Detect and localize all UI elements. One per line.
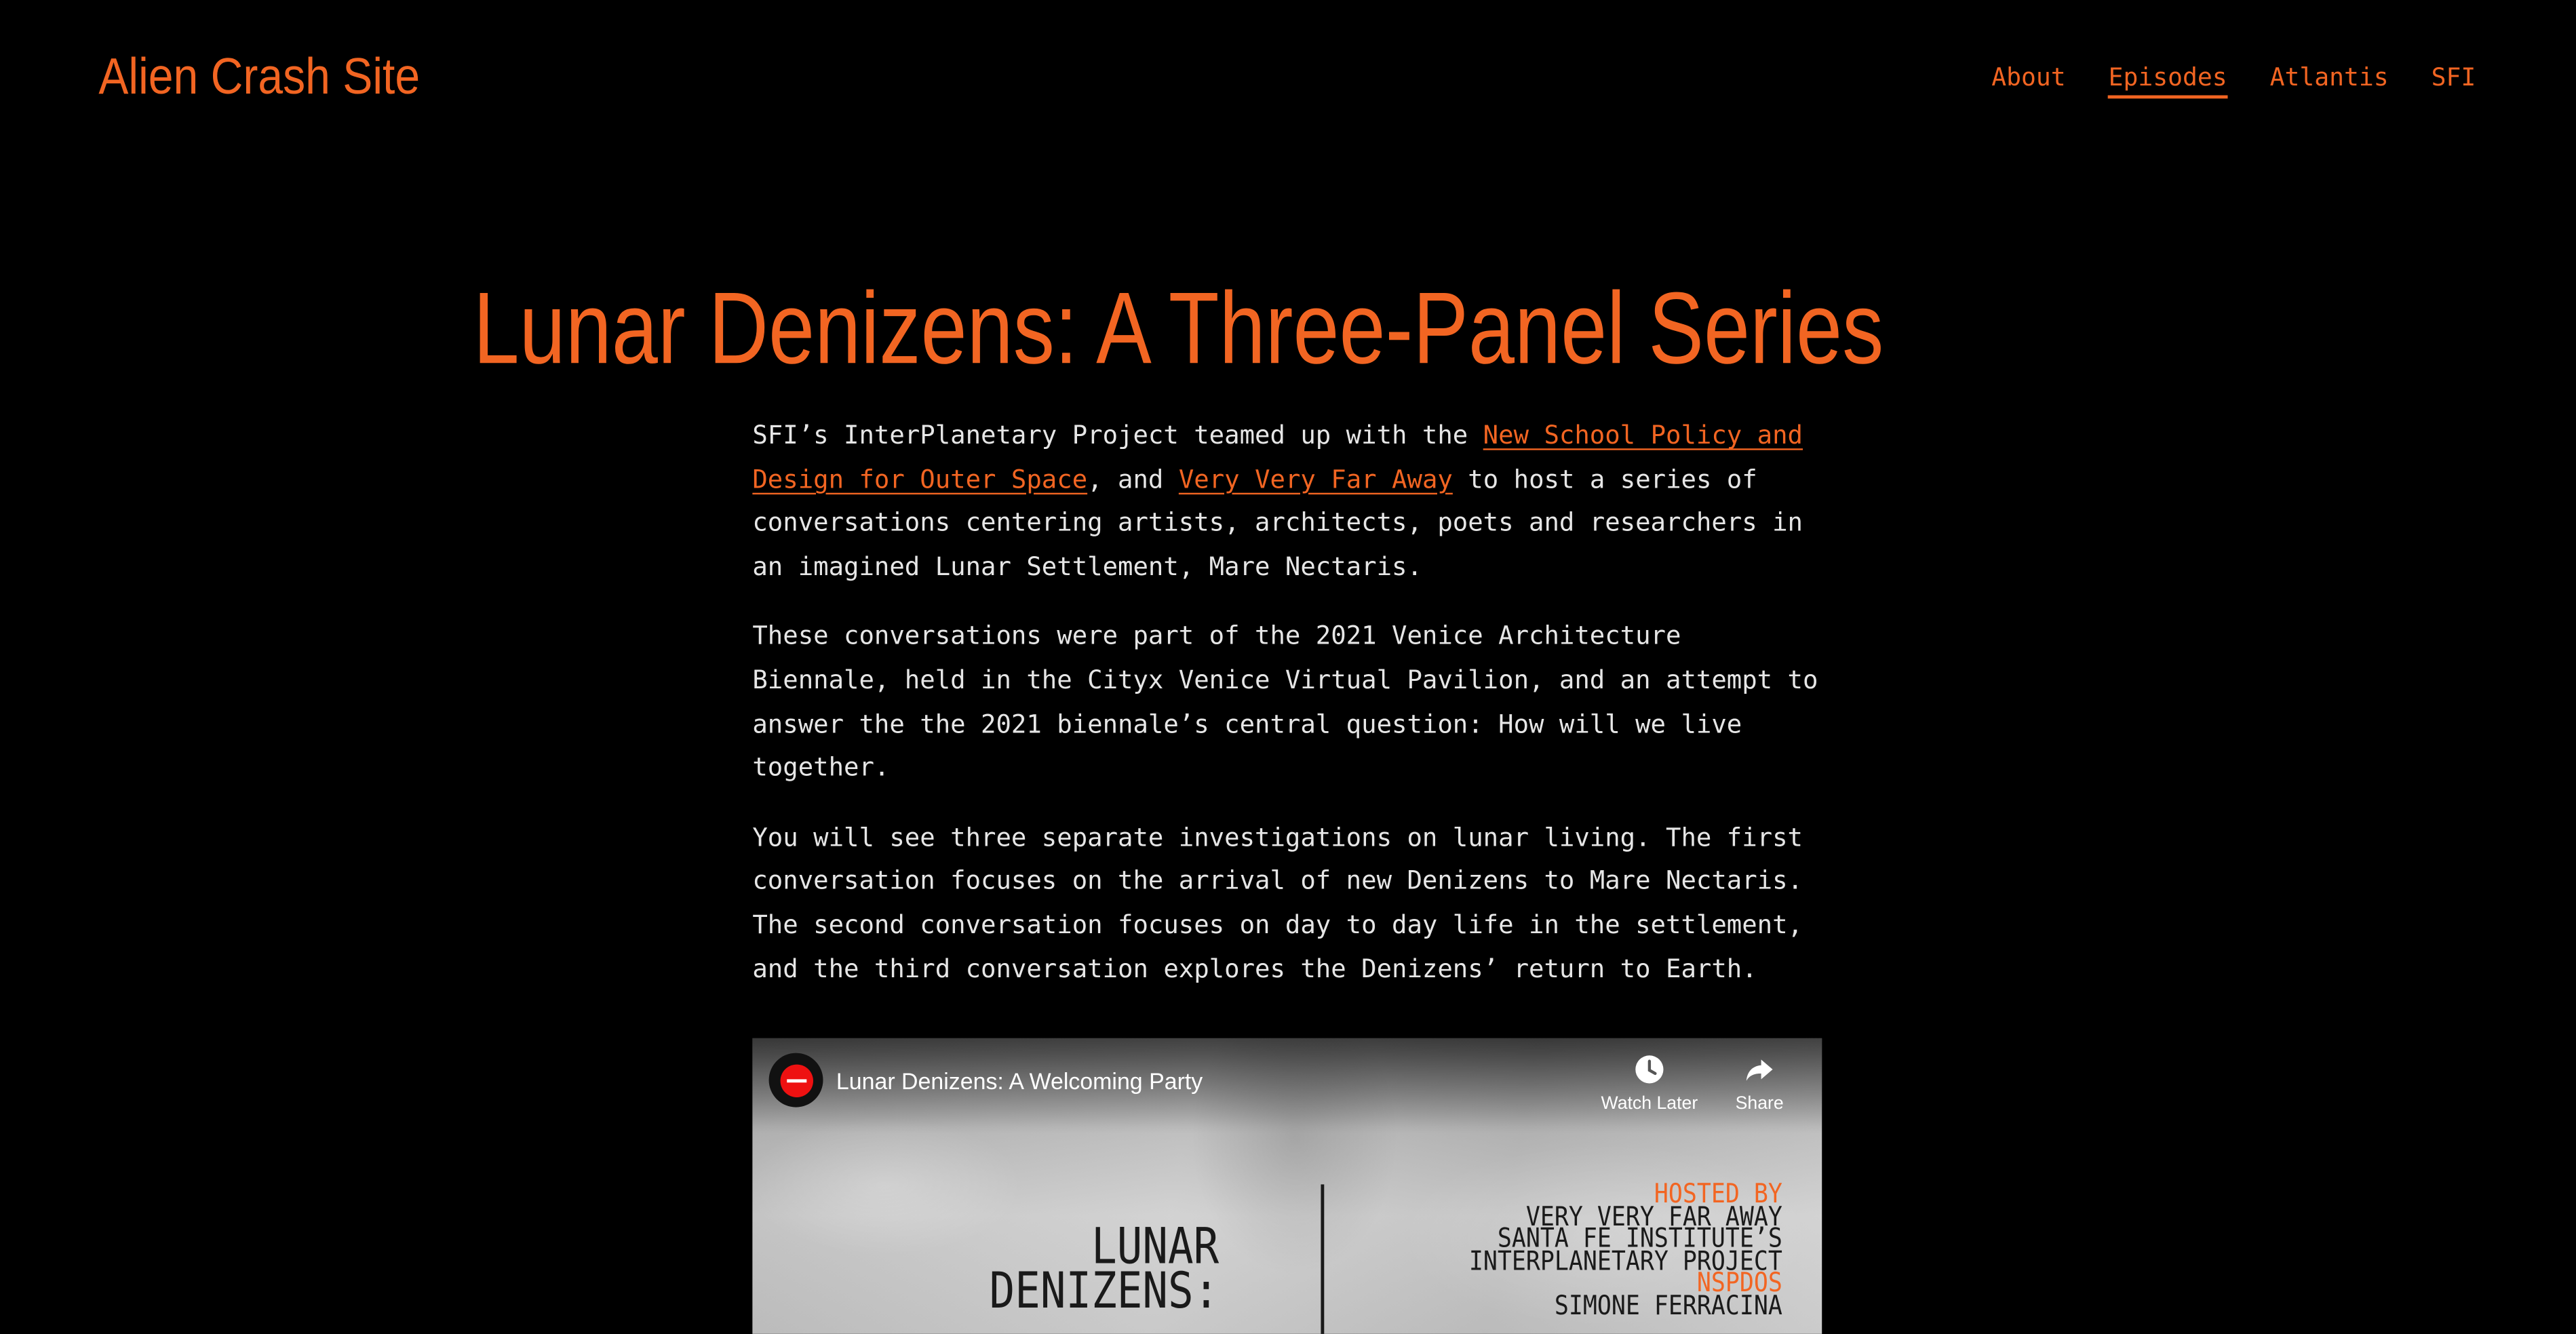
- video-embed[interactable]: LUNAR DENIZENS: HOSTED BY VERY VERY FAR …: [752, 1038, 1822, 1334]
- share-label: Share: [1735, 1094, 1784, 1114]
- channel-logo-icon: [779, 1063, 813, 1097]
- very-very-far-away-link[interactable]: Very Very Far Away: [1179, 465, 1453, 494]
- poster-title-line2: DENIZENS:: [989, 1263, 1219, 1321]
- intro-text-mid: , and: [1087, 464, 1179, 494]
- poster-credits: HOSTED BY VERY VERY FAR AWAY SANTA FE IN…: [1469, 1181, 1783, 1320]
- credits-line-4: SIMONE FERRACINA: [1555, 1289, 1783, 1320]
- nav-item-atlantis[interactable]: Atlantis: [2270, 59, 2389, 98]
- channel-avatar[interactable]: [768, 1053, 823, 1107]
- share-arrow-icon: [1746, 1059, 1773, 1081]
- investigations-paragraph: You will see three separate investigatio…: [752, 822, 1803, 984]
- nav-item-episodes[interactable]: Episodes: [2108, 59, 2227, 99]
- main-nav: About Episodes Atlantis SFI: [1991, 59, 2476, 99]
- video-title-link[interactable]: Lunar Denizens: A Welcoming Party: [836, 1066, 1203, 1096]
- clock-icon: [1635, 1055, 1664, 1084]
- nav-item-sfi[interactable]: SFI: [2432, 59, 2476, 98]
- poster-divider: [1321, 1184, 1325, 1334]
- poster-title: LUNAR DENIZENS:: [988, 1223, 1219, 1321]
- intro-paragraph: SFI’s InterPlanetary Project teamed up w…: [752, 414, 1823, 589]
- page-title: Lunar Denizens: A Three-Panel Series: [473, 273, 1884, 387]
- intro-text-start: SFI’s InterPlanetary Project teamed up w…: [752, 420, 1483, 450]
- site-brand-link[interactable]: Alien Crash Site: [98, 46, 420, 109]
- share-button[interactable]: Share: [1702, 1053, 1817, 1116]
- biennale-paragraph: These conversations were part of the 202…: [752, 621, 1818, 783]
- watch-later-label: Watch Later: [1601, 1094, 1698, 1114]
- watch-later-button[interactable]: Watch Later: [1592, 1053, 1707, 1116]
- nav-item-about[interactable]: About: [1991, 59, 2065, 98]
- page: Alien Crash Site About Episodes Atlantis…: [0, 0, 2576, 1334]
- article-body: SFI’s InterPlanetary Project teamed up w…: [752, 414, 1823, 1017]
